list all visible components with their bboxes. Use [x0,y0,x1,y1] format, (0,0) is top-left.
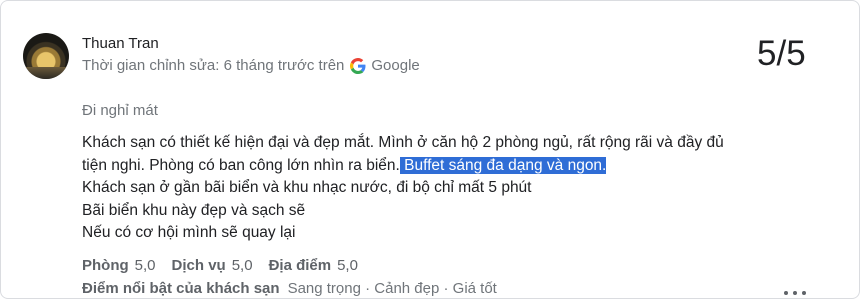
highlights-label: Điểm nổi bật của khách sạn [82,280,280,297]
hotel-highlights: Điểm nổi bật của khách sạn Sang trọng · C… [82,280,497,297]
review-paragraph-2: Khách sạn ở gần bãi biển và khu nhạc nướ… [82,179,532,196]
rating-label: Dịch vụ [171,257,226,274]
rating-value: 5,0 [231,257,253,274]
review-paragraph-1: Khách sạn có thiết kế hiện đại và đẹp mắ… [82,132,742,177]
highlights-values: Sang trọng · Cảnh đẹp · Giá tốt [287,280,497,297]
review-card: Thuan Tran Thời gian chỉnh sửa: 6 tháng … [0,0,860,299]
review-text: Khách sạn có thiết kế hiện đại và đẹp mắ… [82,132,742,245]
google-logo-icon [350,57,366,74]
selected-text: Buffet sáng đa dạng và ngon. [399,156,607,174]
rating-location: Địa điểm 5,0 [269,257,358,274]
review-meta: Thời gian chỉnh sửa: 6 tháng trước trên … [82,57,420,74]
category-ratings: Phòng 5,0 Dịch vụ 5,0 Địa điểm 5,0 [82,257,374,274]
review-paragraph-3: Bãi biển khu này đẹp và sạch sẽ [82,201,306,219]
trip-type: Đi nghỉ mát [82,102,158,119]
rating-label: Địa điểm [268,257,332,274]
rating-room: Phòng 5,0 [82,257,156,274]
rating-label: Phòng [82,257,129,274]
reviewer-name[interactable]: Thuan Tran [82,35,159,52]
edited-time-text: Thời gian chỉnh sửa: 6 tháng trước trên [82,57,345,74]
rating-value: 5,0 [337,257,358,274]
more-horizontal-icon[interactable] [784,289,806,297]
rating-service: Dịch vụ 5,0 [172,257,253,274]
google-source-label: Google [371,57,420,74]
review-paragraph-4: Nếu có cơ hội mình sẽ quay lại [82,224,296,241]
review-score: 5/5 [757,34,806,73]
reviewer-avatar[interactable] [23,33,69,79]
rating-value: 5,0 [134,257,156,274]
